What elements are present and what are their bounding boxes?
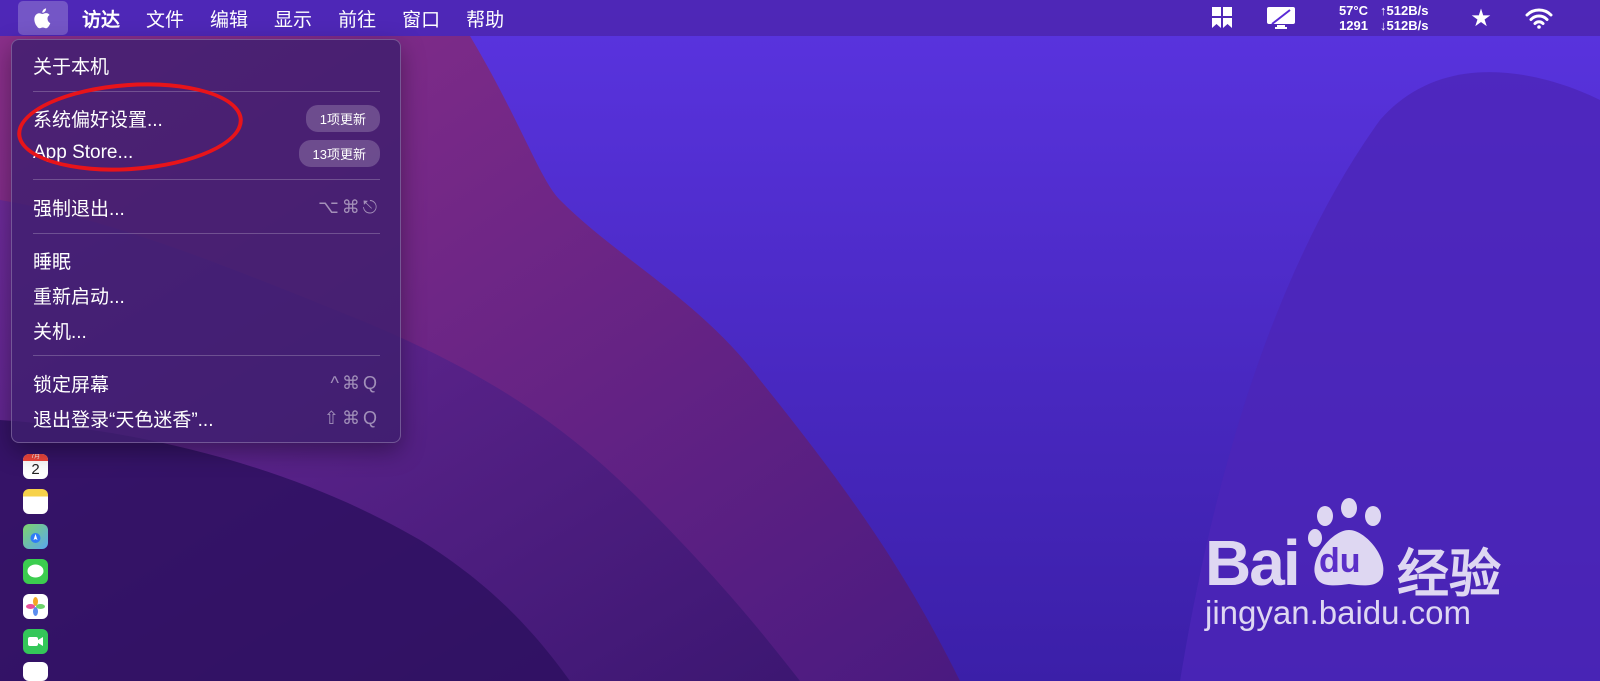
menu-bar: 访达 文件 编辑 显示 前往 窗口 帮助 57°C 1291 ↑512B/s ↓… — [0, 0, 1600, 36]
menu-divider — [33, 91, 380, 92]
baidu-watermark: Bai du 经验 jingyan.baidu.com — [1205, 498, 1585, 638]
lock-screen-label: 锁定屏幕 — [33, 374, 110, 396]
notes-app-icon[interactable] — [23, 489, 48, 514]
menu-file[interactable]: 文件 — [146, 5, 184, 32]
baidu-paw-icon: du — [1305, 498, 1393, 590]
menu-restart[interactable]: 重新启动... — [33, 279, 380, 311]
dock-app-icon[interactable] — [23, 662, 48, 681]
menu-view[interactable]: 显示 — [274, 5, 312, 32]
shutdown-label: 关机... — [33, 321, 87, 343]
cpu-stats[interactable]: 57°C 1291 — [1332, 3, 1368, 33]
force-quit-label: 强制退出... — [33, 198, 125, 220]
logout-label: 退出登录“天色迷香”... — [33, 409, 214, 431]
upload-speed: ↑512B/s — [1380, 3, 1429, 18]
display-icon[interactable] — [1265, 5, 1297, 31]
photos-app-icon[interactable] — [23, 594, 48, 619]
force-quit-shortcut: ⌥⌘⎋ — [318, 196, 380, 217]
watermark-brand: Bai — [1205, 527, 1301, 599]
fan-speed: 1291 — [1339, 18, 1368, 33]
calendar-day: 2 — [31, 461, 40, 478]
menu-system-preferences[interactable]: 系统偏好设置... 1项更新 — [33, 102, 380, 134]
menu-edit[interactable]: 编辑 — [210, 5, 248, 32]
watermark-url: jingyan.baidu.com — [1205, 594, 1471, 631]
menu-go[interactable]: 前往 — [338, 5, 376, 32]
cpu-temp: 57°C — [1338, 3, 1368, 18]
menu-about-this-mac[interactable]: 关于本机 — [33, 49, 380, 81]
facetime-app-icon[interactable] — [23, 629, 48, 654]
maps-app-icon[interactable] — [23, 524, 48, 549]
messages-app-icon[interactable] — [23, 559, 48, 584]
menu-sleep[interactable]: 睡眠 — [33, 244, 380, 276]
calendar-app-icon[interactable]: 7月 2 — [23, 454, 48, 479]
about-label: 关于本机 — [33, 56, 110, 78]
calendar-month: 7月 — [23, 454, 48, 461]
menu-divider — [33, 233, 380, 234]
menu-finder[interactable]: 访达 — [82, 5, 120, 32]
apple-menu-button[interactable] — [18, 1, 68, 35]
menu-app-store[interactable]: App Store... 13项更新 — [33, 137, 380, 169]
apple-menu-dropdown: 关于本机 系统偏好设置... 1项更新 App Store... 13项更新 强… — [11, 39, 401, 443]
menu-log-out[interactable]: 退出登录“天色迷香”... ⇧⌘Q — [33, 402, 380, 434]
restart-label: 重新启动... — [33, 286, 125, 308]
apple-icon — [34, 8, 51, 29]
grid-app-icon[interactable] — [1210, 5, 1234, 31]
star-icon[interactable]: ★ — [1468, 5, 1494, 32]
app-store-label: App Store... — [33, 142, 134, 163]
menu-shutdown[interactable]: 关机... — [33, 314, 380, 346]
wifi-icon[interactable] — [1524, 5, 1554, 31]
menu-divider — [33, 355, 380, 356]
menu-divider — [33, 179, 380, 180]
download-speed: ↓512B/s — [1380, 18, 1429, 33]
update-badge: 1项更新 — [305, 104, 380, 132]
logout-shortcut: ⇧⌘Q — [323, 407, 380, 428]
menu-window[interactable]: 窗口 — [402, 5, 440, 32]
lock-screen-shortcut: ^⌘Q — [330, 372, 380, 393]
menu-help[interactable]: 帮助 — [466, 5, 504, 32]
watermark-du: du — [1319, 542, 1361, 580]
menu-lock-screen[interactable]: 锁定屏幕 ^⌘Q — [33, 367, 380, 399]
sleep-label: 睡眠 — [33, 251, 72, 273]
menu-force-quit[interactable]: 强制退出... ⌥⌘⎋ — [33, 191, 380, 223]
network-stats[interactable]: ↑512B/s ↓512B/s — [1380, 3, 1444, 33]
system-prefs-label: 系统偏好设置... — [33, 109, 163, 131]
update-badge: 13项更新 — [298, 139, 380, 167]
